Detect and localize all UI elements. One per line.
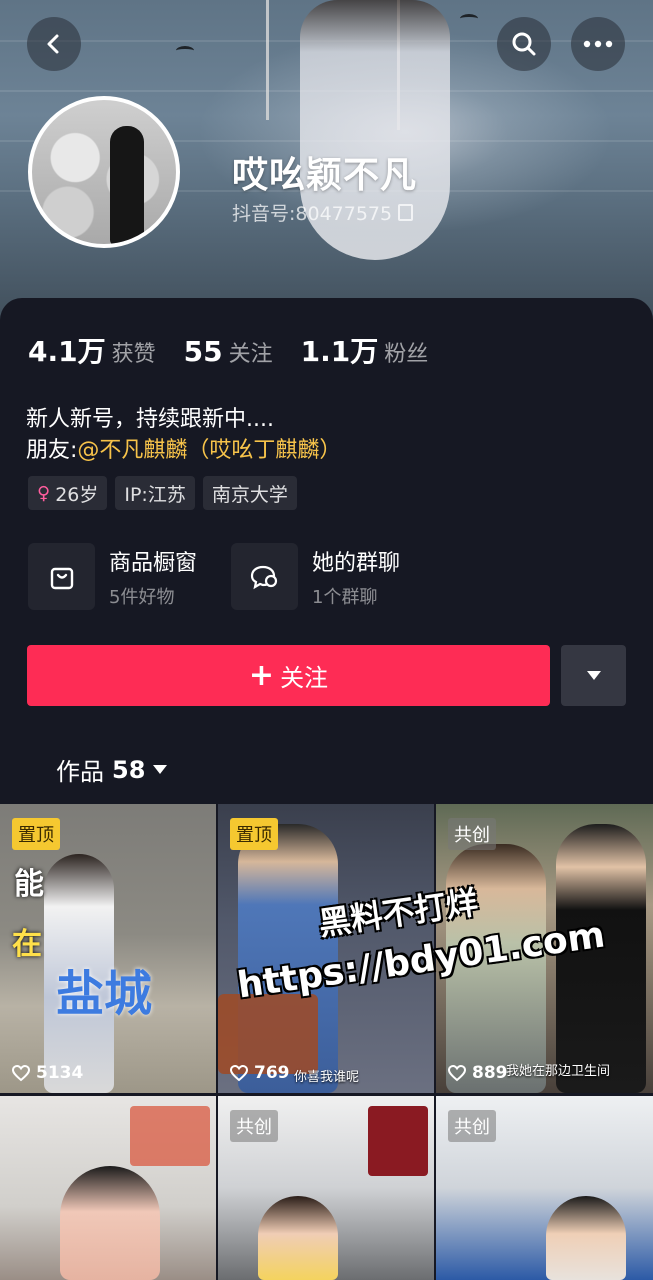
feature-title: 商品橱窗	[109, 550, 198, 576]
shop-window-entry[interactable]: 商品橱窗 5件好物	[28, 543, 197, 610]
avatar[interactable]	[28, 96, 180, 248]
video-thumbnail[interactable]: 共创	[436, 1096, 653, 1280]
like-count: 889	[447, 1063, 508, 1083]
video-caption: 你喜我谁呢	[294, 1070, 360, 1085]
follow-label: 关注	[280, 664, 329, 692]
video-thumbnail[interactable]: 共创	[218, 1096, 434, 1280]
more-dots-icon	[583, 40, 613, 48]
like-count-text: 5134	[36, 1063, 84, 1083]
feature-subtitle: 1个群聊	[312, 586, 378, 608]
works-count: 58	[112, 755, 146, 784]
avatar-figure	[110, 126, 144, 244]
stat-label: 粉丝	[384, 342, 429, 367]
age-text: 26岁	[55, 483, 99, 506]
heart-icon	[447, 1064, 467, 1082]
follow-button[interactable]: + 关注	[27, 645, 550, 706]
overlay-text: 在	[12, 927, 42, 962]
bio: 新人新号，持续跟新中.... 朋友:@不凡麒麟（哎吆丁麒麟）	[26, 404, 341, 466]
overlay-text: 能	[14, 867, 44, 902]
pinned-badge: 置顶	[230, 818, 278, 850]
feature-subtitle: 5件好物	[109, 586, 175, 608]
co-create-badge: 共创	[448, 818, 496, 850]
ip-tag: IP:江苏	[115, 476, 195, 510]
feature-entries: 商品橱窗 5件好物 她的群聊 1个群聊	[28, 543, 434, 610]
like-count: 5134	[11, 1063, 83, 1083]
co-create-badge: 共创	[230, 1110, 278, 1142]
search-button[interactable]	[497, 17, 551, 71]
caret-down-icon	[153, 765, 168, 774]
group-chat-entry[interactable]: 她的群聊 1个群聊	[231, 543, 400, 610]
bio-line: 新人新号，持续跟新中....	[26, 407, 274, 432]
thumbnail-person	[546, 1196, 626, 1280]
chevron-left-icon	[47, 34, 59, 54]
like-count-text: 889	[472, 1063, 508, 1083]
douyin-id-text: 抖音号:80477575	[232, 203, 393, 225]
profile-tags: ♀ 26岁 IP:江苏 南京大学	[28, 476, 297, 510]
stat-label: 获赞	[111, 342, 156, 367]
stat-followers[interactable]: 1.1万 粉丝	[301, 330, 429, 370]
douyin-id[interactable]: 抖音号:80477575	[232, 199, 414, 226]
heart-icon	[11, 1064, 31, 1082]
age-tag: ♀ 26岁	[28, 476, 108, 510]
video-grid: 能 在 盐城 置顶 5134 置顶 你喜我谁呢 769 共创 我她在那边卫生间 …	[0, 804, 653, 1280]
video-thumbnail[interactable]: 能 在 盐城 置顶 5134	[0, 804, 216, 1093]
friend-mention-link[interactable]: @不凡麒麟（哎吆丁麒麟）	[77, 438, 341, 463]
like-count-text: 769	[254, 1063, 290, 1083]
thumbnail-object	[130, 1106, 210, 1166]
stat-label: 关注	[228, 342, 273, 367]
feature-title: 她的群聊	[312, 550, 401, 576]
stat-value: 55	[183, 335, 223, 368]
back-button[interactable]	[27, 17, 81, 71]
thumbnail-person	[60, 1166, 160, 1280]
like-count: 769	[229, 1063, 290, 1083]
search-icon	[512, 32, 536, 56]
video-thumbnail[interactable]	[0, 1096, 216, 1280]
overlay-text: 盐城	[56, 966, 153, 1022]
stat-likes[interactable]: 4.1万 获赞	[28, 330, 156, 370]
plus-icon: +	[248, 658, 275, 693]
pinned-badge: 置顶	[12, 818, 60, 850]
copy-icon[interactable]	[398, 204, 414, 221]
username: 哎吆颖不凡	[232, 155, 418, 196]
thumbnail-person	[258, 1196, 338, 1280]
stat-value: 4.1万	[28, 335, 106, 368]
stat-value: 1.1万	[300, 335, 379, 368]
co-create-badge: 共创	[448, 1110, 496, 1142]
caret-down-icon	[586, 671, 601, 680]
more-button[interactable]	[571, 17, 625, 71]
swing-rope	[266, 0, 269, 120]
bio-friend-line: 朋友:@不凡麒麟（哎吆丁麒麟）	[26, 435, 341, 466]
thumbnail-object	[218, 994, 318, 1074]
female-icon: ♀	[37, 482, 51, 504]
tab-works[interactable]: 作品 58	[56, 752, 168, 787]
stats-row: 4.1万 获赞 55 关注 1.1万 粉丝	[28, 330, 456, 370]
thumbnail-object	[368, 1106, 428, 1176]
works-label: 作品	[56, 758, 104, 786]
group-chat-icon	[231, 543, 299, 610]
stat-following[interactable]: 55 关注	[184, 335, 273, 368]
heart-icon	[229, 1064, 249, 1082]
shopping-bag-icon	[28, 543, 95, 610]
school-tag[interactable]: 南京大学	[202, 476, 297, 510]
video-caption: 我她在那边卫生间	[506, 1064, 611, 1079]
expand-recommend-button[interactable]	[561, 645, 626, 706]
bird	[176, 46, 194, 55]
bird	[460, 14, 478, 23]
friend-prefix: 朋友:	[26, 438, 78, 463]
